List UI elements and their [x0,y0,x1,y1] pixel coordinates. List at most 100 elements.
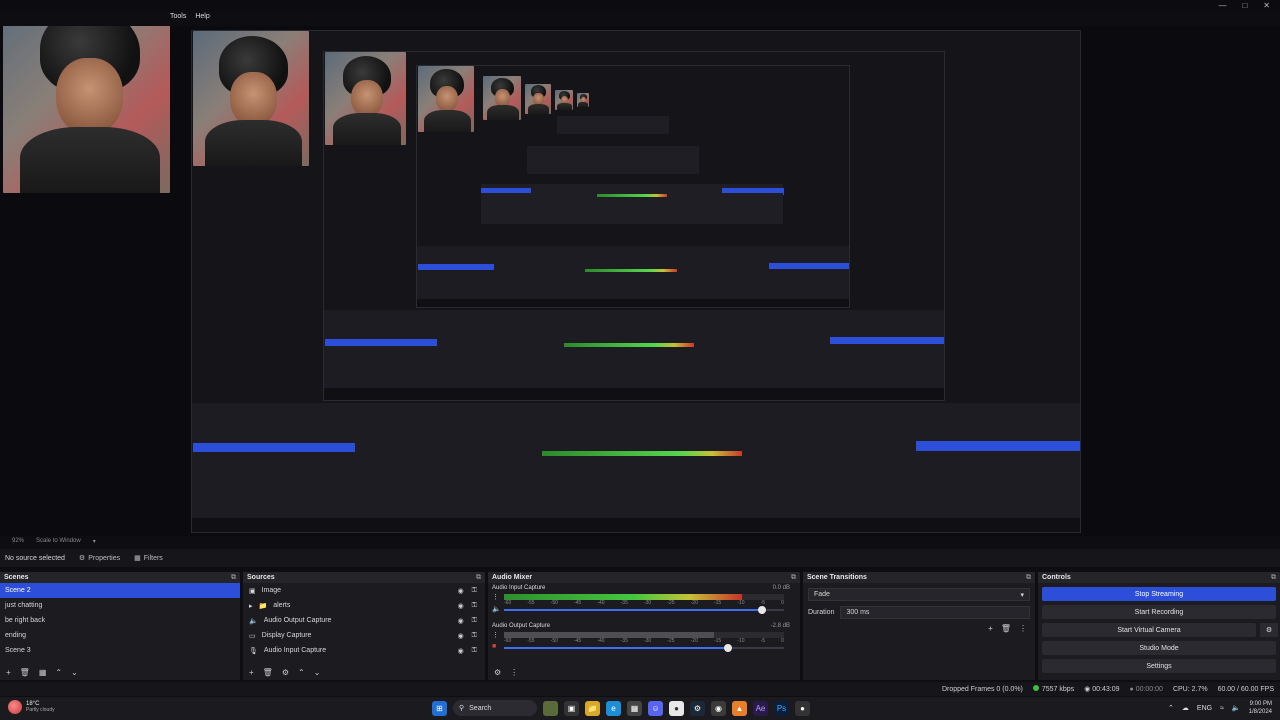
lock-icon[interactable]: ⚿ [472,587,477,595]
slider-knob[interactable] [757,606,766,614]
speaker-icon[interactable]: 🔈 [492,605,501,613]
chevron-down-icon[interactable]: ⌄ [71,668,78,677]
undock-icon[interactable]: ⧉ [231,574,236,582]
rec-time-value: 00:00:00 [1135,685,1163,693]
trash-icon[interactable]: 🗑 [1001,624,1011,633]
eye-icon[interactable]: ◉ [458,632,464,640]
scene-item[interactable]: just chatting [0,598,240,613]
source-item[interactable]: ▸ 📁 alerts ◉ ⚿ [243,598,485,613]
widgets-icon[interactable] [543,700,558,716]
obs-status-bar: Dropped Frames 0 (0.0%) 7557 kbps ◉ 00:4… [0,682,1280,696]
app-icon[interactable]: ● [795,700,810,716]
language-indicator[interactable]: ENG [1197,705,1212,712]
lock-icon[interactable]: ⚿ [472,647,477,655]
wifi-icon[interactable]: ≈ [1220,705,1224,712]
discord-icon[interactable]: ☺ [648,700,663,716]
studio-mode-button[interactable]: Studio Mode [1042,641,1276,655]
edge-icon[interactable]: e [606,700,621,716]
photoshop-icon[interactable]: Ps [774,700,789,716]
speaker-muted-icon[interactable]: ■ [492,643,499,650]
scene-item[interactable]: Scene 2 [0,583,240,598]
trash-icon[interactable]: 🗑 [263,668,273,677]
menu-dots-icon[interactable]: ⋮ [510,668,518,677]
lock-icon[interactable]: ⚿ [472,632,477,640]
eye-icon[interactable]: ◉ [458,647,464,655]
chevron-up-icon[interactable]: ⌃ [298,668,305,677]
add-icon[interactable]: + [249,668,254,677]
menu-help[interactable]: Help [195,13,209,23]
source-item[interactable]: ▣ Image ◉ ⚿ [243,583,485,598]
transition-select[interactable]: Fade ▾ [808,588,1030,601]
chevron-up-icon[interactable]: ⌃ [1168,704,1174,712]
filters-button[interactable]: ▦ Filters [134,554,163,563]
eye-icon[interactable]: ◉ [458,587,464,595]
scene-item[interactable]: ending [0,628,240,643]
gear-icon[interactable]: ⚙ [282,668,289,677]
onedrive-icon[interactable]: ☁ [1182,704,1189,712]
chevron-up-icon[interactable]: ⌃ [55,668,62,677]
after-effects-icon[interactable]: Ae [753,700,768,716]
volume-slider[interactable] [504,644,784,652]
preview-canvas[interactable] [0,26,1280,536]
preview-zoom-row: 92% Scale to Window ▾ [0,536,1280,546]
slider-knob[interactable] [724,644,732,652]
weather-widget[interactable]: 18°C Partly cloudy [8,700,55,714]
source-item[interactable]: 🔈 Audio Output Capture ◉ ⚿ [243,613,485,628]
settings-button[interactable]: Settings [1042,659,1276,673]
fps-indicator: 60.00 / 60.00 FPS [1217,685,1274,693]
maximize-icon[interactable]: □ [1242,1,1247,10]
add-icon[interactable]: + [6,668,11,677]
undock-icon[interactable]: ⧉ [1271,574,1276,582]
chevron-right-icon[interactable]: ▸ [249,602,253,610]
close-icon[interactable]: ✕ [1263,1,1270,10]
gear-icon[interactable]: ⚙ [1260,623,1278,637]
start-virtual-camera-button[interactable]: Start Virtual Camera [1042,623,1256,637]
volume-slider[interactable] [504,606,784,614]
trash-icon[interactable]: 🗑 [20,668,30,677]
zoom-level[interactable]: 92% [12,538,24,544]
chevron-down-icon[interactable]: ⌄ [314,668,321,677]
windows-start-icon[interactable]: ⊞ [432,700,447,716]
stream-time-value: 00:43:09 [1092,686,1120,693]
lock-icon[interactable]: ⚿ [472,617,477,625]
gear-icon[interactable]: ⚙ [494,668,501,677]
start-recording-button[interactable]: Start Recording [1042,605,1276,619]
undock-icon[interactable]: ⧉ [1026,574,1031,582]
undock-icon[interactable]: ⧉ [476,574,481,582]
store-icon[interactable]: ▦ [627,700,642,716]
mixer-channel: Audio Output Capture -2.8 dB ⋮ ■ -60 -55 -5… [488,621,800,659]
chevron-down-icon[interactable]: ▾ [93,538,96,545]
chrome-icon[interactable]: ● [669,700,684,716]
eye-icon[interactable]: ◉ [458,602,464,610]
eye-icon[interactable]: ◉ [458,617,464,625]
image-icon: ▣ [249,587,256,595]
menu-dots-icon[interactable]: ⋮ [492,631,499,639]
add-icon[interactable]: + [988,624,993,633]
obs-icon[interactable]: ◉ [711,700,726,716]
menu-dots-icon[interactable]: ⋮ [492,593,501,601]
source-item[interactable]: 🎙 Audio Input Capture ◉ ⚿ [243,643,485,658]
menu-dots-icon[interactable]: ⋮ [1019,624,1027,633]
volume-icon[interactable]: 🔈 [1232,704,1241,712]
clock[interactable]: 9:00 PM 1/8/2024 [1249,700,1272,716]
filter-icon[interactable]: ▦ [39,668,47,677]
stop-streaming-button[interactable]: Stop Streaming [1042,587,1276,601]
mixer-channel: Audio Input Capture 0.0 dB ⋮ 🔈 -60 -55 -50-… [488,583,800,621]
lock-icon[interactable]: ⚿ [472,602,477,610]
steam-icon[interactable]: ⚙ [690,700,705,716]
mixer-title: Audio Mixer [492,574,533,581]
scene-item[interactable]: Scene 3 [0,643,240,658]
undock-icon[interactable]: ⧉ [791,574,796,582]
vlc-icon[interactable]: ▲ [732,700,747,716]
source-item[interactable]: ▭ Display Capture ◉ ⚿ [243,628,485,643]
taskbar-search[interactable]: ⚲ Search [453,700,537,716]
scale-mode[interactable]: Scale to Window [36,538,81,544]
file-explorer-icon[interactable]: 📁 [585,700,600,716]
scene-item[interactable]: be right back [0,613,240,628]
menu-tools[interactable]: Tools [170,13,186,23]
properties-button[interactable]: ⚙ Properties [79,554,120,563]
minimize-icon[interactable]: — [1218,1,1226,10]
context-bar: No source selected ⚙ Properties ▦ Filter… [0,549,1280,567]
task-view-icon[interactable]: ▣ [564,700,579,716]
duration-field[interactable]: 300 ms [840,606,1030,619]
